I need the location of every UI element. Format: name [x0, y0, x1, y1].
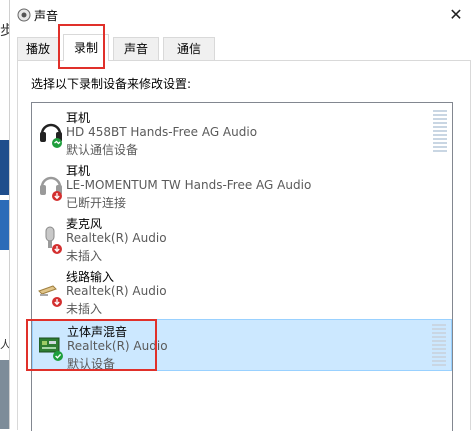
- close-button[interactable]: ✕: [445, 4, 467, 26]
- background-image-block: [0, 360, 9, 429]
- headset-icon: [40, 123, 62, 148]
- sound-dialog: 声音 ✕ 播放 录制 声音 通信 选择以下录制设备来修改设置: 耳机 HD 45…: [9, 0, 476, 431]
- tab-communications[interactable]: 通信: [163, 37, 215, 60]
- device-item-selected[interactable]: 立体声混音 Realtek(R) Audio 默认设备: [32, 319, 452, 371]
- circuit-board-icon: [39, 337, 63, 361]
- device-list[interactable]: 耳机 HD 458BT Hands-Free AG Audio 默认通信设备 耳…: [31, 102, 453, 431]
- device-description: Realtek(R) Audio: [67, 339, 168, 353]
- speaker-icon: [17, 8, 31, 22]
- window-title: 声音: [34, 9, 59, 23]
- device-description: Realtek(R) Audio: [66, 231, 167, 245]
- background-image-block: [0, 200, 9, 250]
- device-description: HD 458BT Hands-Free AG Audio: [66, 125, 258, 139]
- instruction-text: 选择以下录制设备来修改设置:: [31, 77, 192, 91]
- tab-sounds[interactable]: 声音: [113, 37, 159, 60]
- tab-playback[interactable]: 播放: [17, 37, 59, 60]
- device-name: 立体声混音: [67, 325, 128, 339]
- background-image-block: [0, 140, 9, 195]
- device-status: 默认通信设备: [66, 143, 139, 157]
- tab-panel: 选择以下录制设备来修改设置: 耳机 HD 458BT Hands-Free AG…: [17, 60, 471, 431]
- device-status: 默认设备: [67, 357, 116, 371]
- device-name: 麦克风: [66, 217, 103, 231]
- device-status: 未插入: [66, 302, 103, 316]
- device-description: LE-MOMENTUM TW Hands-Free AG Audio: [66, 178, 312, 192]
- device-item[interactable]: 耳机 LE-MOMENTUM TW Hands-Free AG Audio 已断…: [32, 159, 452, 211]
- device-description: Realtek(R) Audio: [66, 284, 167, 298]
- device-status: 已断开连接: [66, 196, 127, 210]
- device-item[interactable]: 线路输入 Realtek(R) Audio 未插入: [32, 265, 452, 317]
- level-meter: [433, 110, 447, 154]
- title-bar: 声音 ✕: [10, 0, 476, 30]
- tab-recording[interactable]: 录制: [63, 34, 109, 61]
- microphone-icon: [45, 226, 62, 254]
- device-name: 耳机: [66, 164, 91, 178]
- level-meter: [432, 324, 446, 368]
- headset-icon: [40, 176, 62, 201]
- line-in-icon: [38, 285, 62, 307]
- device-status: 未插入: [66, 249, 103, 263]
- device-name: 线路输入: [66, 270, 115, 284]
- device-item[interactable]: 耳机 HD 458BT Hands-Free AG Audio 默认通信设备: [32, 106, 452, 158]
- background-window-edge: 步 人: [0, 0, 14, 429]
- device-item[interactable]: 麦克风 Realtek(R) Audio 未插入: [32, 212, 452, 264]
- device-name: 耳机: [66, 111, 91, 125]
